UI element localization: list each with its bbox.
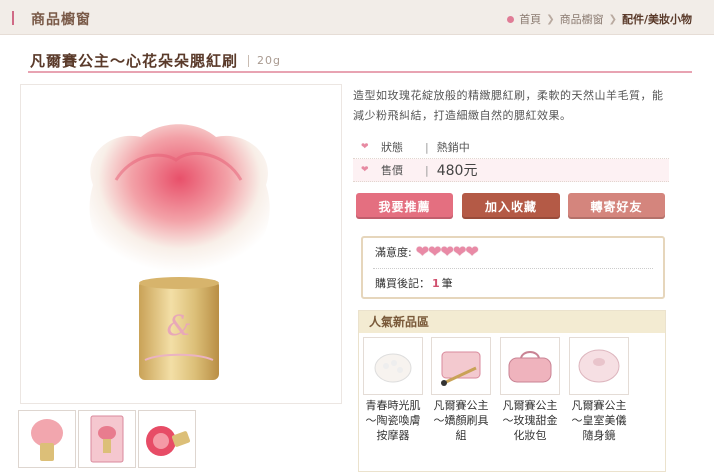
new-product-name: 凡爾賽公主～玫瑰甜金化妝包 (502, 399, 558, 442)
chevron-right-icon: ❯ (608, 13, 617, 25)
home-dot-icon (507, 15, 515, 23)
massager-icon (374, 353, 412, 383)
satisfaction-divider (373, 268, 653, 269)
package-thumb-icon (90, 415, 124, 463)
new-product-item[interactable]: 青春時光肌～陶瓷喚膚按摩器 (361, 337, 425, 443)
title-underline (28, 71, 692, 73)
product-title-row: 凡爾賽公主～心花朵朵腮紅刷 20g (30, 50, 281, 71)
heart-icon: ❤ (361, 165, 369, 175)
blush-brush-illustration: & (89, 124, 270, 380)
breadcrumb-home[interactable]: 首頁 (519, 11, 541, 27)
top-bar: 商品櫥窗 首頁 ❯ 商品櫥窗 ❯ 配件/美妝小物 (0, 0, 714, 35)
status-row: ❤ 狀態 | 熱銷中 (353, 136, 669, 159)
price-value: 480元 (436, 163, 478, 179)
brush-set-icon (441, 351, 481, 386)
product-thumb (569, 337, 629, 395)
reviews-count[interactable]: 1 (432, 277, 440, 290)
chevron-right-icon: ❯ (546, 13, 555, 25)
rating-hearts: ❤ ❤ ❤ ❤ ❤ (416, 242, 479, 261)
reviews-label: 購買後記： (375, 277, 430, 290)
brush-top-thumb-icon (146, 426, 191, 456)
svg-text:&: & (167, 309, 192, 342)
satisfaction-box: 滿意度: ❤ ❤ ❤ ❤ ❤ 購買後記： 1 筆 (361, 236, 665, 299)
breadcrumb-level1[interactable]: 商品櫥窗 (560, 11, 604, 27)
title-divider (248, 54, 250, 67)
new-product-item[interactable]: 凡爾賽公主～玫瑰甜金化妝包 (498, 337, 562, 443)
price-row: ❤ 售價 | 480元 (353, 159, 669, 182)
product-info: ❤ 狀態 | 熱銷中 ❤ 售價 | 480元 (353, 136, 669, 182)
cosmetic-bag-icon (508, 351, 552, 383)
price-label: 售價 (381, 164, 403, 177)
heart-icon: ❤ (440, 242, 454, 261)
breadcrumb-current: 配件/美妝小物 (621, 13, 692, 26)
compact-mirror-icon (578, 349, 620, 383)
share-friend-button[interactable]: 轉寄好友 (568, 193, 665, 219)
product-thumb (500, 337, 560, 395)
new-product-name: 青春時光肌～陶瓷喚膚按摩器 (365, 399, 421, 442)
section-title: 商品櫥窗 (31, 12, 91, 28)
new-product-name: 凡爾賽公主～皇室美儀隨身鏡 (571, 399, 627, 442)
product-weight: 20g (257, 54, 281, 67)
add-favorite-button[interactable]: 加入收藏 (462, 193, 560, 219)
status-separator: | (425, 140, 429, 154)
new-product-name: 凡爾賽公主～嬌顏刷具組 (433, 399, 489, 442)
new-products-panel: 人氣新品區 青春時光肌～陶瓷喚膚按摩器 凡爾賽公主～嬌顏刷具組 凡爾賽公主～玫瑰… (358, 310, 666, 472)
product-title: 凡爾賽公主～心花朵朵腮紅刷 (30, 52, 239, 70)
brush-thumb-icon (31, 419, 63, 461)
recommend-button[interactable]: 我要推薦 (356, 193, 453, 219)
heart-icon: ❤ (361, 142, 369, 152)
product-thumb (363, 337, 423, 395)
satisfaction-label: 滿意度: (375, 245, 412, 259)
product-thumb (431, 337, 491, 395)
reviews-row: 購買後記： 1 筆 (375, 275, 453, 291)
new-products-title: 人氣新品區 (359, 311, 665, 333)
thumbnail-3[interactable] (138, 410, 196, 468)
breadcrumb: 首頁 ❯ 商品櫥窗 ❯ 配件/美妝小物 (507, 11, 692, 27)
status-label: 狀態 (381, 141, 403, 154)
reviews-unit: 筆 (441, 277, 453, 290)
new-product-item[interactable]: 凡爾賽公主～皇室美儀隨身鏡 (567, 337, 631, 443)
heart-icon: ❤ (465, 242, 479, 261)
thumbnail-1[interactable] (18, 410, 76, 468)
heart-icon: ❤ (428, 242, 442, 261)
thumbnail-2[interactable] (78, 410, 136, 468)
status-value: 熱銷中 (436, 141, 470, 154)
satisfaction-row: 滿意度: ❤ ❤ ❤ ❤ ❤ (375, 242, 479, 261)
new-product-item[interactable]: 凡爾賽公主～嬌顏刷具組 (429, 337, 493, 443)
main-product-image[interactable]: & (20, 84, 342, 404)
product-description: 造型如玫瑰花綻放般的精緻腮紅刷，柔軟的天然山羊毛質，能減少粉飛糾結，打造細緻自然… (353, 89, 664, 122)
price-separator: | (425, 163, 429, 177)
section-marker (12, 11, 14, 25)
